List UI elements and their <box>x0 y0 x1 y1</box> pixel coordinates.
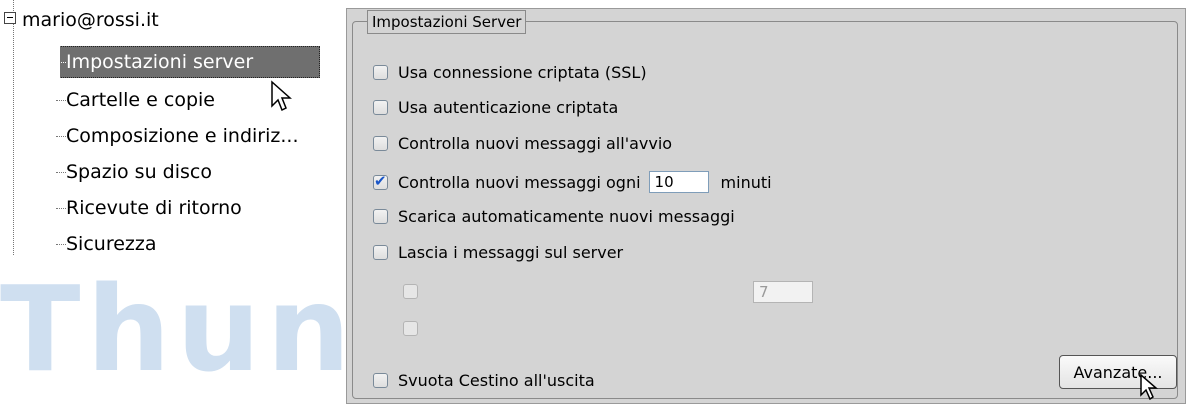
option-label: Usa connessione criptata (SSL) <box>398 62 647 82</box>
tree-line <box>13 0 15 255</box>
option-ssl[interactable]: Usa connessione criptata (SSL) <box>373 58 647 86</box>
tree-item-receipts[interactable]: Ricevute di ritorno <box>22 192 320 224</box>
check-startup-checkbox[interactable] <box>373 135 388 151</box>
disabled-days-checkbox <box>403 283 418 299</box>
tree-item-server-settings[interactable]: Impostazioni server <box>22 46 320 78</box>
mouse-cursor-icon <box>1140 373 1159 401</box>
tree-item-label: Spazio su disco <box>66 161 212 183</box>
server-settings-panel: Impostazioni Server Usa connessione crip… <box>346 8 1186 404</box>
disabled-delete-checkbox <box>403 320 418 336</box>
option-label: Controlla nuovi messaggi all'avvio <box>398 133 673 153</box>
option-disabled-delete <box>403 314 428 342</box>
minutes-label: minuti <box>720 172 772 192</box>
option-check-interval[interactable]: Controlla nuovi messaggi ogni 10 minuti <box>373 168 772 196</box>
option-auto-download[interactable]: Scarica automaticamente nuovi messaggi <box>373 202 735 230</box>
option-label: Usa autenticazione criptata <box>398 97 619 117</box>
auto-download-checkbox[interactable] <box>373 208 388 224</box>
option-empty-trash[interactable]: Svuota Cestino all'uscita <box>373 366 595 394</box>
tree-item-security[interactable]: Sicurezza <box>22 228 320 260</box>
tree-item-label: Cartelle e copie <box>66 89 215 111</box>
option-leave-on-server[interactable]: Lascia i messaggi sul server <box>373 238 623 266</box>
option-label: Scarica automaticamente nuovi messaggi <box>398 206 735 226</box>
account-label[interactable]: mario@rossi.it <box>22 2 159 38</box>
ssl-checkbox[interactable] <box>373 64 388 80</box>
option-check-startup[interactable]: Controlla nuovi messaggi all'avvio <box>373 129 672 157</box>
option-secure-auth[interactable]: Usa autenticazione criptata <box>373 93 618 121</box>
interval-minutes-input[interactable]: 10 <box>648 171 709 193</box>
empty-trash-checkbox[interactable] <box>373 372 388 388</box>
tree-item-label: Ricevute di ritorno <box>66 197 242 219</box>
option-disabled-days <box>403 277 428 305</box>
tree-item-disk-space[interactable]: Spazio su disco <box>22 156 320 188</box>
option-label: Lascia i messaggi sul server <box>398 242 624 262</box>
tree-item-label: Impostazioni server <box>66 51 254 73</box>
option-label: Controlla nuovi messaggi ogni <box>398 172 641 192</box>
tree-item-composition[interactable]: Composizione e indiriz... <box>22 120 320 152</box>
days-input: 7 <box>753 281 813 303</box>
tree-item-label: Composizione e indiriz... <box>66 125 299 147</box>
collapse-icon[interactable] <box>4 12 16 24</box>
option-label: Svuota Cestino all'uscita <box>398 370 595 390</box>
check-interval-checkbox[interactable] <box>373 172 388 190</box>
mouse-cursor-icon <box>271 80 292 112</box>
secure-auth-checkbox[interactable] <box>373 99 388 115</box>
tree-item-label: Sicurezza <box>66 233 157 255</box>
leave-on-server-checkbox[interactable] <box>373 244 388 260</box>
group-title: Impostazioni Server <box>367 10 527 34</box>
